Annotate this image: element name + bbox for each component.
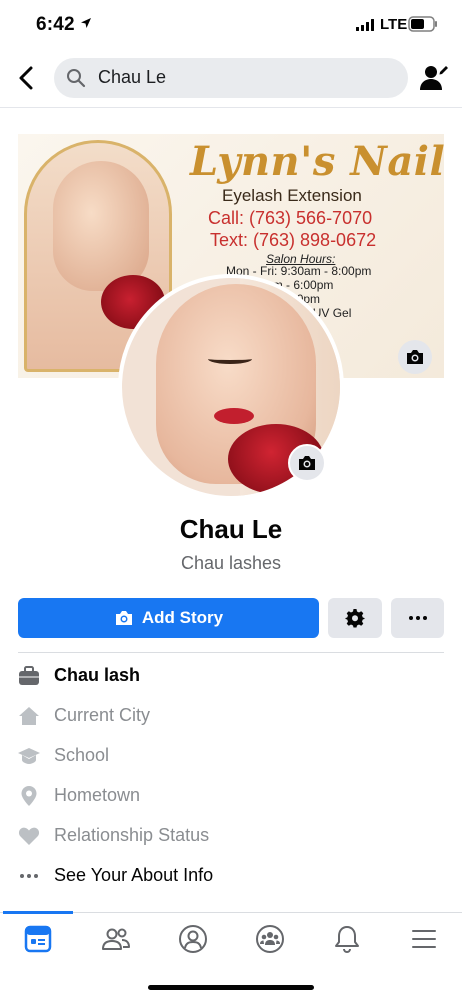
cover-face-art — [53, 161, 149, 291]
info-current-city[interactable]: Current City — [18, 702, 444, 732]
info-hometown[interactable]: Hometown — [18, 782, 444, 812]
profile-name: Chau Le — [179, 514, 283, 544]
home-icon — [19, 707, 39, 725]
home-indicator[interactable] — [148, 985, 314, 990]
groups-icon — [256, 925, 284, 953]
signal-icon — [356, 19, 374, 31]
nav-notifications[interactable] — [331, 923, 363, 955]
info-current-city-label: Current City — [54, 705, 151, 725]
more-options-button[interactable] — [391, 598, 444, 638]
info-relationship-label: Relationship Status — [54, 825, 210, 845]
status-bar: 6:42 LTE — [0, 0, 462, 50]
info-see-about-label: See Your About Info — [54, 865, 214, 885]
cover-subtitle: Eyelash Extension — [222, 186, 362, 205]
nav-friends[interactable] — [100, 923, 132, 955]
notifications-icon — [335, 926, 359, 954]
back-button[interactable] — [14, 64, 40, 92]
cover-text: Text: (763) 898-0672 — [210, 230, 377, 250]
person-edit-icon — [420, 66, 448, 90]
edit-cover-button[interactable] — [398, 340, 432, 374]
status-time: 6:42 — [36, 14, 75, 35]
info-hometown-label: Hometown — [54, 785, 141, 805]
info-relationship[interactable]: Relationship Status — [18, 822, 444, 852]
search-icon — [67, 69, 86, 88]
search-input[interactable]: Chau Le — [54, 58, 408, 98]
briefcase-icon — [19, 666, 39, 685]
top-header: Chau Le — [0, 52, 462, 108]
profile-edit-button[interactable] — [418, 62, 450, 94]
avatar-eye-art — [208, 354, 252, 364]
add-story-button[interactable]: Add Story — [18, 598, 319, 638]
heart-icon — [18, 827, 40, 845]
chevron-left-icon — [19, 66, 33, 90]
avatar-lips-art — [214, 408, 254, 424]
info-see-about[interactable]: See Your About Info — [18, 862, 444, 892]
nav-profile[interactable] — [177, 923, 209, 955]
network-label: LTE — [380, 16, 408, 33]
menu-icon — [412, 930, 436, 948]
info-work[interactable]: Chau lash — [18, 662, 444, 692]
graduation-cap-icon — [18, 748, 40, 764]
profile-subtitle: Chau lashes — [180, 553, 282, 573]
nav-menu[interactable] — [408, 923, 440, 955]
cover-title: Lynn's Nails — [190, 138, 444, 185]
battery-icon — [408, 16, 437, 32]
gear-icon — [345, 609, 365, 628]
add-story-label: Add Story — [141, 608, 224, 627]
more-dots-icon — [408, 616, 427, 620]
cover-call: Call: (763) 566-7070 — [208, 208, 373, 228]
camera-icon — [299, 456, 315, 470]
divider — [18, 652, 444, 653]
friends-icon — [102, 928, 130, 950]
edit-profile-picture-button[interactable] — [288, 444, 326, 482]
nav-news-feed[interactable] — [22, 923, 54, 955]
info-school-label: School — [54, 745, 110, 765]
camera-icon — [115, 611, 132, 625]
camera-icon — [407, 350, 423, 364]
news-feed-icon — [24, 925, 52, 953]
info-work-label: Chau lash — [54, 665, 141, 685]
profile-icon — [179, 925, 207, 953]
more-dots-icon — [20, 874, 38, 878]
search-value: Chau Le — [98, 67, 167, 87]
nav-active-indicator — [3, 911, 73, 914]
location-pin-icon — [21, 786, 37, 806]
nav-groups[interactable] — [254, 923, 286, 955]
location-arrow-icon — [81, 18, 91, 28]
settings-button[interactable] — [328, 598, 382, 638]
bottom-navigation — [0, 911, 462, 964]
info-school[interactable]: School — [18, 742, 444, 772]
